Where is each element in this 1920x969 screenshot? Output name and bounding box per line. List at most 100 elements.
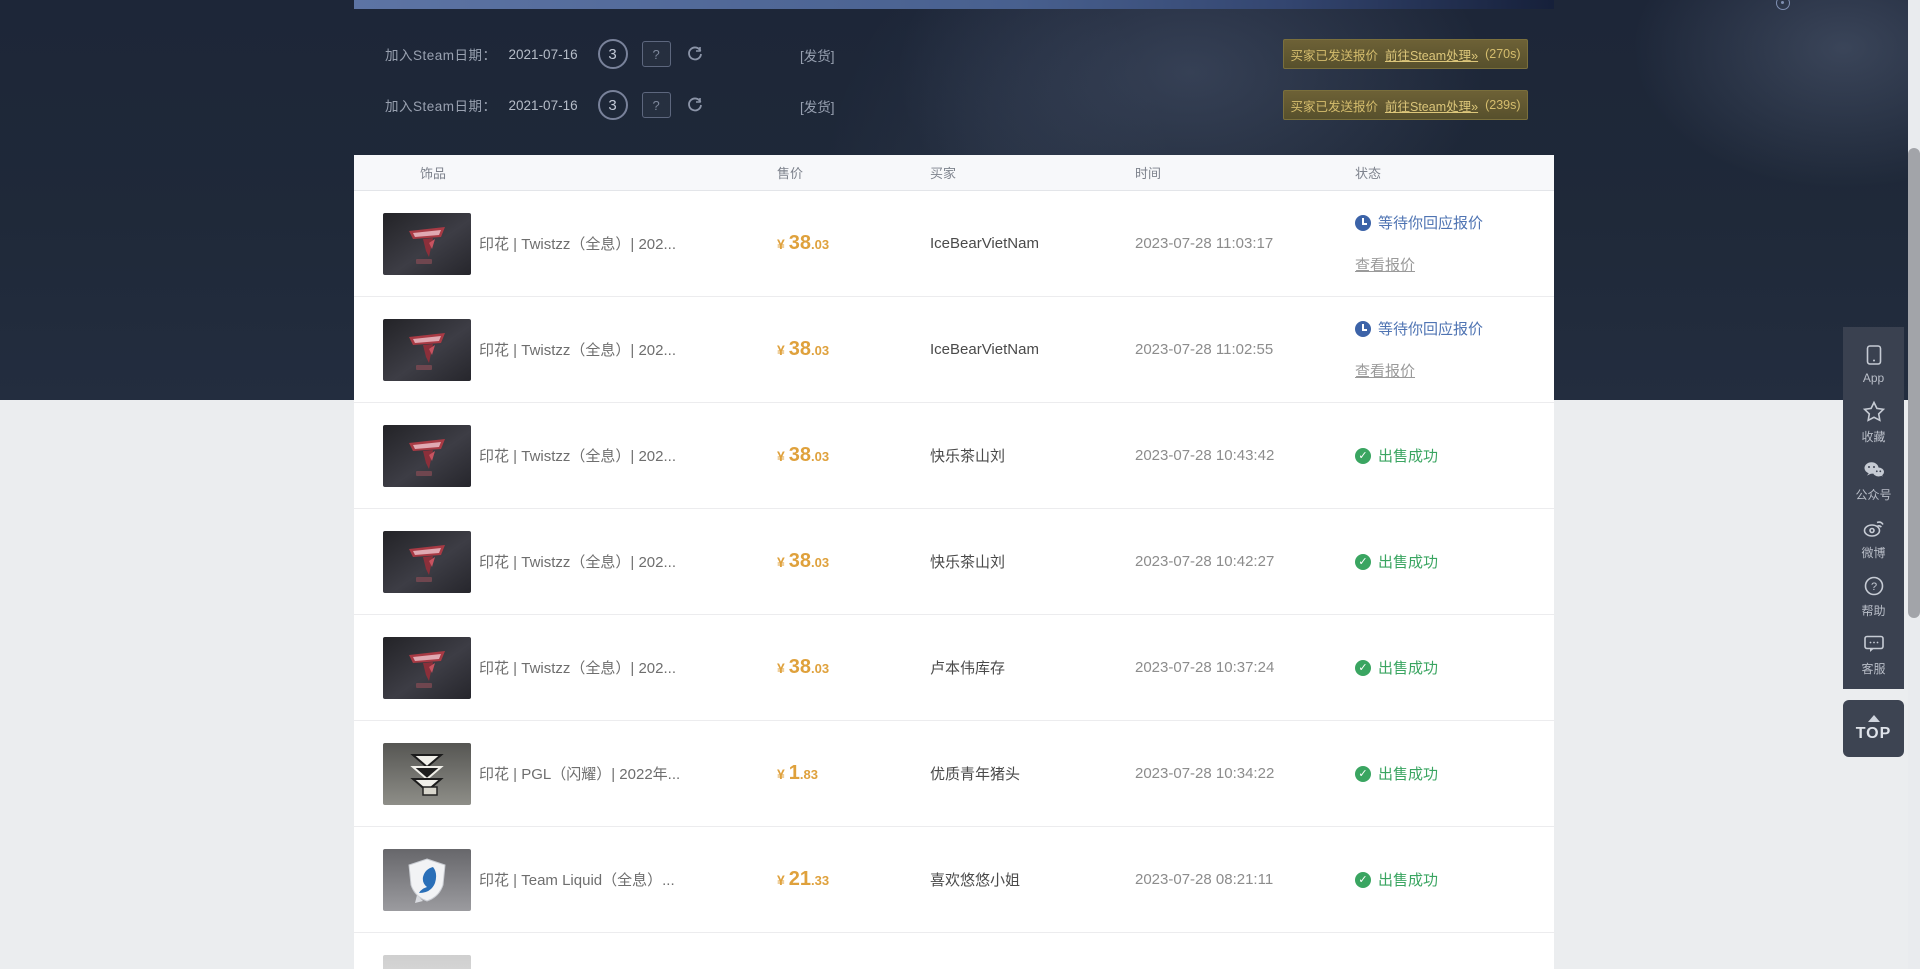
status-text[interactable]: 等待你回应报价 <box>1378 212 1483 233</box>
offer-countdown: (239s) <box>1485 98 1520 112</box>
pgl-sticker[interactable] <box>383 743 471 805</box>
status-cell: 等待你回应报价查看报价 <box>1355 318 1554 381</box>
countdown-circle: 3 <box>598 39 628 69</box>
question-box[interactable]: ? <box>642 41 671 67</box>
buyer-cell: 喜欢悠悠小姐 <box>930 869 1135 890</box>
sidebar-item-客服[interactable]: 客服 <box>1843 625 1904 683</box>
table-row: 印花 | Twistzz（全息）| 202... ¥38.03 快乐茶山刘 2023-… <box>354 509 1554 615</box>
faze-sticker[interactable] <box>383 213 471 275</box>
question-box[interactable]: ? <box>642 92 671 118</box>
view-offer-link[interactable]: 查看报价 <box>1355 254 1415 275</box>
time-cell: 2023-07-28 10:43:42 <box>1135 447 1355 465</box>
status-cell: ✓出售成功 <box>1355 657 1554 678</box>
buyer-name: 喜欢悠悠小姐 <box>930 872 1020 889</box>
refresh-icon[interactable] <box>685 44 705 64</box>
price-cell: ¥1.83 <box>777 762 930 785</box>
ship-label: [发货] <box>800 96 835 116</box>
sidebar-item-收藏[interactable]: 收藏 <box>1843 393 1904 451</box>
success-check-icon: ✓ <box>1355 660 1371 676</box>
header-price: 售价 <box>777 163 930 182</box>
sidebar-item-微博[interactable]: 微博 <box>1843 509 1904 567</box>
sale-time: 2023-07-28 10:43:42 <box>1135 447 1274 464</box>
faze-sticker[interactable] <box>383 637 471 699</box>
sidebar-item-label: 微博 <box>1861 544 1885 561</box>
item-name[interactable]: 印花 | Team Liquid（全息）... <box>479 869 675 890</box>
pending-delivery-row: 加入Steam日期： 2021-07-16 3 ? [发货] 买家已发送报价 前… <box>0 89 1920 121</box>
item-price: ¥38.03 <box>777 660 829 677</box>
item-name[interactable]: 印花 | Twistzz（全息）| 202... <box>479 445 676 466</box>
status-text[interactable]: 等待你回应报价 <box>1378 318 1483 339</box>
page-scrollbar[interactable] <box>1908 0 1920 969</box>
status-text: 出售成功 <box>1378 763 1438 784</box>
status-cell: ✓出售成功 <box>1355 869 1554 890</box>
steam-join-date-value: 2021-07-16 <box>509 47 578 62</box>
buyer-name: 优质青年猪头 <box>930 766 1020 783</box>
item-cell <box>354 955 777 969</box>
time-cell: 2023-07-28 08:21:11 <box>1135 871 1355 889</box>
sale-time: 2023-07-28 10:37:24 <box>1135 659 1274 676</box>
scrollbar-thumb[interactable] <box>1908 148 1920 618</box>
sidebar-item-公众号[interactable]: 公众号 <box>1843 451 1904 509</box>
item-cell: 印花 | PGL（闪耀）| 2022年... <box>354 743 777 805</box>
faze-sticker[interactable] <box>383 319 471 381</box>
offer-sent-text: 买家已发送报价 <box>1290 45 1378 64</box>
faze-sticker[interactable] <box>383 425 471 487</box>
faze-sticker[interactable] <box>383 531 471 593</box>
item-name[interactable]: 印花 | Twistzz（全息）| 202... <box>479 233 676 254</box>
offer-sent-button[interactable]: 买家已发送报价 前往Steam处理» (270s) <box>1283 39 1528 69</box>
header-item: 饰品 <box>354 163 777 182</box>
table-row: 印花 | Team Liquid（全息）... ¥21.33喜欢悠悠小姐 2023-… <box>354 827 1554 933</box>
goto-steam-link[interactable]: 前往Steam处理» <box>1385 45 1478 64</box>
blank-sticker[interactable] <box>383 955 471 969</box>
price-cell: ¥38.03 <box>777 656 930 679</box>
help-icon: ? <box>1863 574 1885 598</box>
table-row: 印花 | Twistzz（全息）| 202... ¥38.03IceBearVie… <box>354 297 1554 403</box>
buyer-name: 卢本伟库存 <box>930 660 1005 677</box>
steam-join-date-label: 加入Steam日期： <box>385 44 497 64</box>
banner-progress-bar <box>354 0 1554 9</box>
sidebar-item-label: 收藏 <box>1861 428 1885 445</box>
sale-time: 2023-07-28 11:03:17 <box>1135 235 1273 252</box>
item-cell: 印花 | Twistzz（全息）| 202... <box>354 213 777 275</box>
buyer-cell: 快乐茶山刘 <box>930 551 1135 572</box>
item-name[interactable]: 印花 | Twistzz（全息）| 202... <box>479 657 676 678</box>
buyer-cell: 卢本伟库存 <box>930 657 1135 678</box>
table-row <box>354 933 1554 969</box>
price-cell: ¥38.03 <box>777 338 930 361</box>
sale-time: 2023-07-28 10:42:27 <box>1135 553 1274 570</box>
item-name[interactable]: 印花 | Twistzz（全息）| 202... <box>479 551 676 572</box>
sidebar-item-app[interactable]: App <box>1843 335 1904 393</box>
goto-steam-link[interactable]: 前往Steam处理» <box>1385 96 1478 115</box>
weibo-icon <box>1862 516 1886 540</box>
offer-sent-button[interactable]: 买家已发送报价 前往Steam处理» (239s) <box>1283 90 1528 120</box>
price-cell: ¥38.03 <box>777 232 930 255</box>
buyer-name: 快乐茶山刘 <box>930 554 1005 571</box>
price-cell: ¥21.33 <box>777 868 930 891</box>
success-check-icon: ✓ <box>1355 448 1371 464</box>
item-price: ¥38.03 <box>777 448 829 465</box>
table-row: 印花 | Twistzz（全息）| 202...¥38.03快乐茶山刘2023-… <box>354 403 1554 509</box>
status-cell: 等待你回应报价查看报价 <box>1355 212 1554 275</box>
item-price: ¥38.03 <box>777 236 829 253</box>
status-text: 出售成功 <box>1378 869 1438 890</box>
item-price: ¥38.03 <box>777 554 829 571</box>
item-cell: 印花 | Twistzz（全息）| 202... <box>354 425 777 487</box>
sale-time: 2023-07-28 10:34:22 <box>1135 765 1274 782</box>
steam-join-date-label: 加入Steam日期： <box>385 95 497 115</box>
buyer-cell: IceBearVietNam <box>930 341 1135 359</box>
sidebar-item-帮助[interactable]: ?帮助 <box>1843 567 1904 625</box>
time-cell: 2023-07-28 10:34:22 <box>1135 765 1355 783</box>
liquid-sticker[interactable] <box>383 849 471 911</box>
view-offer-link[interactable]: 查看报价 <box>1355 360 1415 381</box>
floating-sidebar: App 收藏公众号微博 ?帮助客服 <box>1843 327 1904 689</box>
table-row: 印花 | Twistzz（全息）| 202...¥38.03IceBearVie… <box>354 191 1554 297</box>
back-to-top-button[interactable]: TOP <box>1843 700 1904 757</box>
sales-table: 饰品 售价 买家 时间 状态 印花 | Twistzz（全息）| 202...¥… <box>354 155 1554 969</box>
refresh-icon[interactable] <box>685 95 705 115</box>
sidebar-item-label: App <box>1863 371 1884 385</box>
item-cell: 印花 | Twistzz（全息）| 202... <box>354 637 777 699</box>
item-name[interactable]: 印花 | PGL（闪耀）| 2022年... <box>479 763 680 784</box>
sidebar-item-label: 客服 <box>1861 660 1885 677</box>
item-name[interactable]: 印花 | Twistzz（全息）| 202... <box>479 339 676 360</box>
steam-join-date-value: 2021-07-16 <box>509 98 578 113</box>
